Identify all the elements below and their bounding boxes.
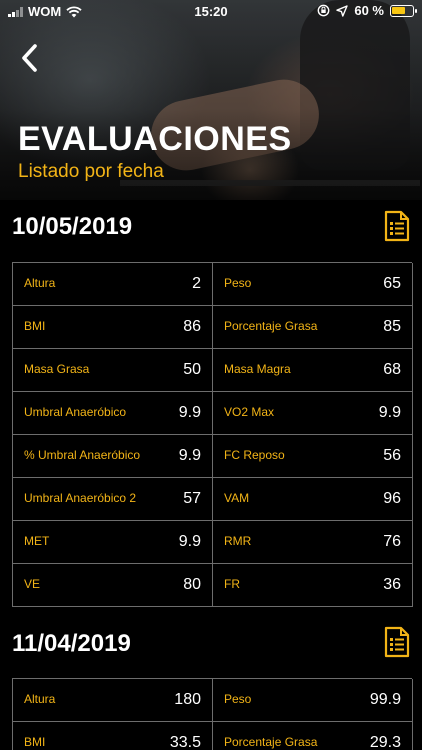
- metric-label: VAM: [224, 491, 250, 505]
- metric-label: Umbral Anaeróbico: [24, 405, 127, 419]
- metric-value: 29.3: [369, 734, 401, 750]
- evaluation-table: Altura 2 Peso 65 BMI 86 Porcentaje Grasa 85 …: [12, 262, 413, 607]
- orientation-lock-icon: [317, 4, 330, 17]
- document-list-icon[interactable]: [383, 626, 410, 658]
- metric-cell: MET 9.9: [13, 521, 213, 564]
- metric-cell: % Umbral Anaeróbico 9.9: [13, 435, 213, 478]
- metric-value: 85: [383, 318, 401, 335]
- metric-value: 2: [192, 275, 201, 292]
- metric-cell: Umbral Anaeróbico 9.9: [13, 392, 213, 435]
- metric-value: 9.9: [178, 533, 201, 550]
- metric-label: Porcentaje Grasa: [224, 735, 318, 749]
- metric-cell: BMI 33.5: [13, 722, 213, 750]
- metric-label: Umbral Anaeróbico 2: [24, 491, 137, 505]
- metric-cell: Masa Magra 68: [213, 349, 413, 392]
- metric-label: Peso: [224, 276, 252, 290]
- metric-value: 57: [183, 490, 201, 507]
- metric-label: Altura: [24, 692, 56, 706]
- metric-cell: VE 80: [13, 564, 213, 607]
- metric-label: VE: [24, 577, 41, 591]
- metric-label: MET: [24, 534, 50, 548]
- metric-label: BMI: [24, 735, 46, 749]
- metric-label: Altura: [24, 276, 56, 290]
- metric-cell: Peso 65: [213, 263, 413, 306]
- metric-cell: Altura 2: [13, 263, 213, 306]
- metric-value: 76: [383, 533, 401, 550]
- metric-value: 36: [383, 576, 401, 593]
- metric-label: VO2 Max: [224, 405, 275, 419]
- metric-value: 56: [383, 447, 401, 464]
- evaluation-date: 11/04/2019: [12, 630, 131, 657]
- metric-label: BMI: [24, 319, 46, 333]
- page-subtitle: Listado por fecha: [18, 161, 164, 182]
- metric-cell: RMR 76: [213, 521, 413, 564]
- metric-label: Masa Magra: [224, 362, 291, 376]
- metric-value: 68: [383, 361, 401, 378]
- metric-label: % Umbral Anaeróbico: [24, 448, 141, 462]
- metric-cell: Umbral Anaeróbico 2 57: [13, 478, 213, 521]
- metric-label: FR: [224, 577, 240, 591]
- metric-cell: VO2 Max 9.9: [213, 392, 413, 435]
- location-icon: [336, 4, 349, 17]
- metric-value: 9.9: [178, 404, 201, 421]
- document-list-icon[interactable]: [383, 210, 410, 242]
- metric-value: 96: [383, 490, 401, 507]
- metric-value: 80: [183, 576, 201, 593]
- metric-cell: Masa Grasa 50: [13, 349, 213, 392]
- metric-value: 65: [383, 275, 401, 292]
- metric-value: 33.5: [169, 734, 201, 750]
- metric-value: 9.9: [378, 404, 401, 421]
- metric-cell: Altura 180: [13, 679, 213, 722]
- metric-label: Peso: [224, 692, 252, 706]
- metric-value: 50: [183, 361, 201, 378]
- metric-label: Masa Grasa: [24, 362, 90, 376]
- back-chevron-icon[interactable]: [18, 42, 42, 74]
- metric-cell: Peso 99.9: [213, 679, 413, 722]
- metric-cell: Porcentaje Grasa 85: [213, 306, 413, 349]
- metric-value: 99.9: [369, 691, 401, 708]
- metric-value: 180: [174, 691, 201, 708]
- metric-cell: VAM 96: [213, 478, 413, 521]
- metric-cell: Porcentaje Grasa 29.3: [213, 722, 413, 750]
- metric-cell: FR 36: [213, 564, 413, 607]
- battery-icon: [390, 4, 417, 17]
- battery-percentage: 60 %: [354, 3, 384, 18]
- metric-value: 9.9: [178, 447, 201, 464]
- metric-label: RMR: [224, 534, 252, 548]
- metric-cell: FC Reposo 56: [213, 435, 413, 478]
- evaluation-date: 10/05/2019: [12, 213, 133, 240]
- metric-value: 86: [183, 318, 201, 335]
- evaluation-table: Altura 180 Peso 99.9 BMI 33.5 Porcentaje Gr…: [12, 678, 413, 750]
- page-title: EVALUACIONES: [18, 120, 292, 158]
- metric-label: Porcentaje Grasa: [224, 319, 318, 333]
- metric-label: FC Reposo: [224, 448, 285, 462]
- metric-cell: BMI 86: [13, 306, 213, 349]
- status-bar: WOM 15:20 60 %: [0, 0, 422, 22]
